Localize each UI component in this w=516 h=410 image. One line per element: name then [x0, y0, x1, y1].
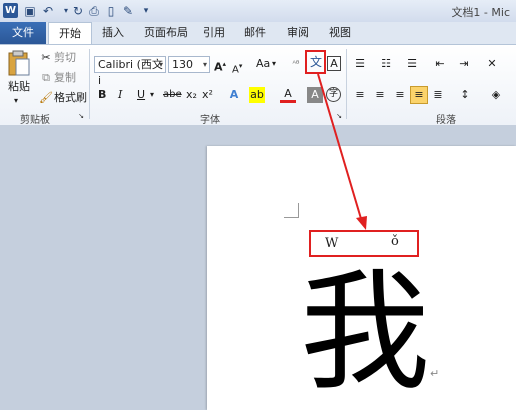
annotation-arrow [317, 73, 367, 230]
